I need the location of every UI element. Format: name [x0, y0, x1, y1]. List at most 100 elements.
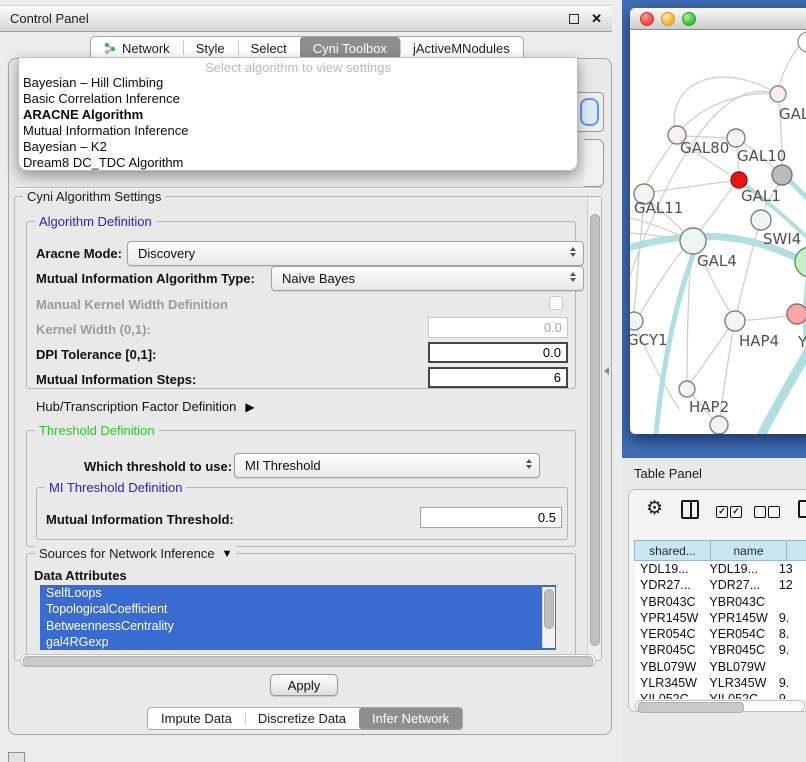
table-row[interactable]: YER054CYER054C8. — [635, 626, 806, 642]
tab-style[interactable]: Style — [183, 37, 238, 59]
settings-scrollbar[interactable] — [587, 197, 601, 659]
manual-kernel-label: Manual Kernel Width Definition — [36, 297, 228, 312]
aracne-mode-select[interactable]: Discovery — [127, 241, 584, 266]
network-canvas[interactable]: GALGAL80GAL10GAL1GAL11SWI4GAL4GCY1HAP4YH… — [630, 30, 806, 434]
sources-title-row[interactable]: Sources for Network Inference ▼ — [35, 546, 236, 561]
aracne-mode-label: Aracne Mode: — [36, 246, 122, 261]
column-header-name[interactable]: name — [710, 540, 787, 561]
node-label-gal1: GAL1 — [741, 187, 781, 205]
gear-icon[interactable]: ⚙ — [646, 499, 663, 519]
tab-cyni-toolbox[interactable]: Cyni Toolbox — [300, 37, 400, 59]
splitter-collapse-handle[interactable] — [604, 367, 609, 375]
node-label-swi4: SWI4 — [763, 230, 801, 248]
zoom-traffic-light-icon[interactable] — [682, 12, 696, 26]
minimize-traffic-light-icon[interactable] — [661, 12, 675, 26]
mi-type-select[interactable]: Naive Bayes — [271, 266, 584, 291]
settings-scrollbar-thumb[interactable] — [590, 214, 600, 646]
algorithm-option[interactable]: Mutual Information Inference — [19, 123, 577, 139]
network-view-window: GALGAL80GAL10GAL1GAL11SWI4GAL4GCY1HAP4YH… — [630, 8, 806, 434]
algorithm-definition-title: Algorithm Definition — [35, 214, 156, 229]
network-edge-highlight — [790, 181, 806, 203]
node-swi4[interactable] — [751, 210, 771, 230]
float-window-icon[interactable] — [569, 14, 579, 24]
algorithm-option[interactable]: Basic Correlation Inference — [19, 91, 577, 107]
close-icon[interactable]: ✕ — [591, 11, 602, 27]
network-window-titlebar[interactable] — [630, 8, 806, 30]
kernel-width-field[interactable] — [428, 317, 568, 338]
table-hscrollbar[interactable] — [635, 700, 805, 712]
which-threshold-select[interactable]: MI Threshold — [234, 453, 540, 478]
columns-icon[interactable] — [681, 500, 699, 519]
threshold-definition-title: Threshold Definition — [35, 423, 159, 438]
table-row[interactable]: YBR045CYBR045C9. — [635, 642, 806, 658]
node-hap2[interactable] — [679, 381, 695, 397]
algorithm-option[interactable]: Dream8 DC_TDC Algorithm — [19, 155, 577, 171]
column-header-clipped[interactable] — [786, 540, 806, 561]
node-gal10[interactable] — [727, 129, 745, 147]
obscured-panel-fragment — [584, 139, 604, 187]
columns-icon-divider — [690, 502, 692, 517]
network-edge — [677, 93, 778, 135]
table-row[interactable]: YPR145WYPR145W9. — [635, 610, 806, 626]
document-icon[interactable] — [798, 500, 806, 518]
settings-hscrollbar-thumb[interactable] — [23, 656, 593, 667]
table-row[interactable]: YDL19...YDL19...13 — [635, 561, 806, 577]
mi-type-value: Naive Bayes — [282, 271, 355, 286]
tab-cyni-toolbox-label: Cyni Toolbox — [313, 41, 387, 56]
hub-definition-expander[interactable]: Hub/Transcription Factor Definition ▶ — [36, 399, 255, 414]
node-gal4[interactable] — [680, 228, 706, 254]
node-gal1[interactable] — [731, 172, 747, 188]
table-row[interactable]: YIL052CYIL052C9. — [635, 691, 806, 699]
node-top-right[interactable] — [798, 32, 806, 52]
data-attributes-label: Data Attributes — [34, 568, 127, 583]
attributes-scrollbar[interactable] — [542, 587, 555, 648]
table-row[interactable]: YDR27...YDR27...12 — [635, 577, 806, 593]
select-all-icon[interactable]: ✓✓ — [716, 506, 742, 518]
node-gcy1[interactable] — [630, 312, 643, 330]
tab-impute-data[interactable]: Impute Data — [148, 708, 245, 729]
algorithm-option-selected[interactable]: ARACNE Algorithm — [19, 107, 577, 123]
dpi-tolerance-field[interactable] — [428, 342, 568, 363]
mi-threshold-field[interactable] — [420, 507, 562, 528]
screen: Control Panel ✕ Network Style Select Cyn… — [0, 0, 806, 762]
table-row[interactable]: YBL079WYBL079W — [635, 659, 806, 675]
column-header-shared-name[interactable]: shared... — [634, 540, 711, 561]
node-bottom-node[interactable] — [710, 416, 728, 434]
collapse-arrow-icon: ▼ — [222, 548, 233, 560]
apply-button-label: Apply — [288, 678, 321, 693]
settings-hscrollbar[interactable] — [20, 654, 596, 667]
data-attributes-list[interactable]: SelfLoops TopologicalCoefficient Between… — [40, 585, 556, 650]
table-row[interactable]: YLR345WYLR345W9. — [635, 675, 806, 691]
control-panel-tabstrip: Network Style Select Cyni Toolbox jActiv… — [90, 36, 524, 59]
algorithm-option[interactable]: Bayesian – K2 — [19, 139, 577, 155]
node-hap4[interactable] — [725, 311, 745, 331]
tab-network[interactable]: Network — [91, 37, 183, 59]
control-panel-titlebar: Control Panel ✕ — [0, 5, 612, 32]
node-big-green[interactable] — [795, 247, 806, 277]
tab-jactivemnodules[interactable]: jActiveMNodules — [400, 37, 523, 59]
table-row[interactable]: YBR043CYBR043C — [635, 594, 806, 610]
mi-steps-field[interactable] — [428, 367, 568, 388]
deselect-all-icon[interactable] — [754, 506, 780, 518]
tab-infer-network[interactable]: Infer Network — [359, 708, 462, 729]
cyni-algorithm-settings-title: Cyni Algorithm Settings — [23, 189, 165, 204]
tab-discretize-data[interactable]: Discretize Data — [245, 708, 359, 729]
attribute-item[interactable]: gal4RGexp — [40, 634, 556, 650]
obscured-combo-focus-ring — [580, 98, 599, 126]
attribute-item[interactable]: SelfLoops — [40, 585, 556, 601]
close-traffic-light-icon[interactable] — [640, 12, 654, 26]
algorithm-option[interactable]: Bayesian – Hill Climbing — [19, 75, 577, 91]
collapsed-panel-handle[interactable] — [8, 752, 25, 762]
table-header-row: shared... name — [635, 540, 806, 561]
node-salmon-node[interactable] — [787, 304, 806, 324]
apply-button[interactable]: Apply — [270, 674, 338, 696]
network-edge — [746, 316, 787, 320]
tab-select[interactable]: Select — [238, 37, 300, 59]
attributes-scrollbar-thumb[interactable] — [544, 589, 554, 629]
manual-kernel-checkbox[interactable] — [549, 296, 563, 310]
node-gal-partial[interactable] — [770, 86, 786, 102]
attribute-item[interactable]: TopologicalCoefficient — [40, 601, 556, 617]
node-gray-node[interactable] — [772, 165, 792, 185]
attribute-item[interactable]: BetweennessCentrality — [40, 618, 556, 634]
table-hscrollbar-thumb[interactable] — [638, 702, 744, 713]
